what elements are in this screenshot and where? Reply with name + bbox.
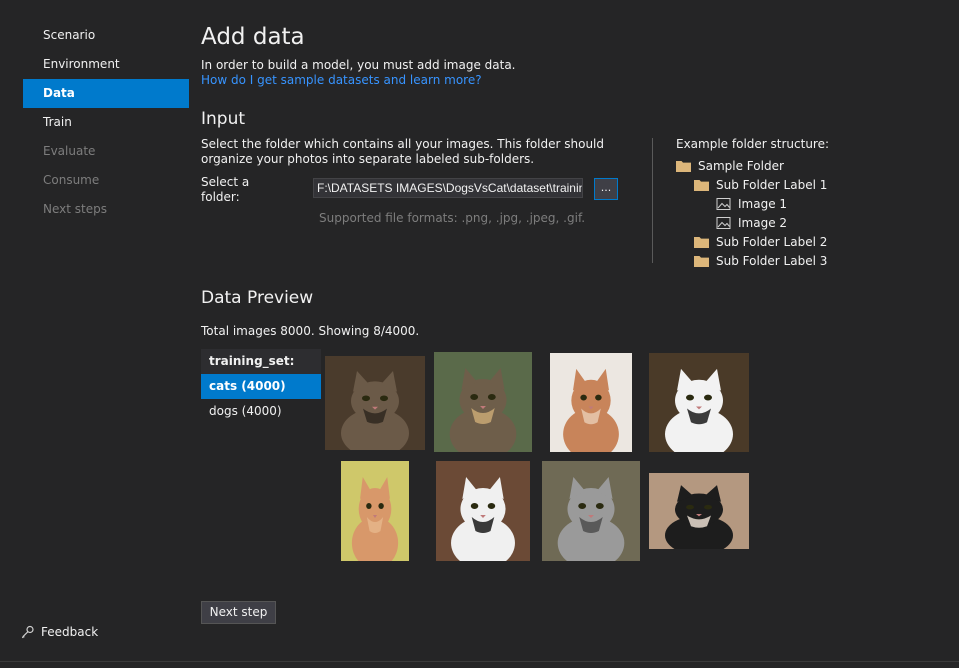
folder-icon bbox=[694, 255, 709, 267]
folder-icon bbox=[694, 236, 709, 248]
tree-item-image: Image 2 bbox=[676, 213, 906, 232]
bottom-divider bbox=[0, 661, 959, 662]
page-subtitle: In order to build a model, you must add … bbox=[201, 58, 516, 72]
nav-item-environment[interactable]: Environment bbox=[23, 50, 189, 79]
preview-info-text: Total images 8000. Showing 8/4000. bbox=[201, 324, 420, 338]
category-item-cats[interactable]: cats (4000) bbox=[201, 374, 321, 399]
category-item-dogs[interactable]: dogs (4000) bbox=[201, 399, 321, 424]
cat-thumbnail-2[interactable] bbox=[434, 352, 532, 452]
cat-thumbnail-4[interactable] bbox=[649, 353, 749, 452]
tree-item-label: Sub Folder Label 1 bbox=[716, 177, 828, 192]
feedback-label: Feedback bbox=[41, 625, 99, 639]
feedback-link[interactable]: Feedback bbox=[21, 625, 98, 639]
cat-thumbnail-7[interactable] bbox=[542, 461, 640, 561]
cat-thumbnail-3[interactable] bbox=[550, 353, 632, 452]
feedback-icon bbox=[21, 625, 35, 639]
cat-thumbnail-5[interactable] bbox=[341, 461, 409, 561]
cat-thumbnail-6[interactable] bbox=[436, 461, 530, 561]
sidebar-nav: Scenario Environment Data Train Evaluate… bbox=[23, 21, 189, 224]
tree-item-folder: Sub Folder Label 2 bbox=[676, 232, 906, 251]
folder-path-input[interactable]: F:\DATASETS IMAGES\DogsVsCat\dataset\tra… bbox=[313, 178, 583, 198]
nav-item-consume: Consume bbox=[43, 173, 100, 187]
image-icon bbox=[716, 216, 731, 229]
data-preview-heading: Data Preview bbox=[201, 288, 314, 308]
tree-item-folder: Sample Folder bbox=[676, 156, 906, 175]
select-folder-label: Select a folder: bbox=[201, 175, 250, 204]
nav-item-scenario[interactable]: Scenario bbox=[23, 21, 189, 50]
folder-icon bbox=[676, 160, 691, 172]
cat-thumbnail-1[interactable] bbox=[325, 356, 425, 450]
vertical-divider bbox=[652, 138, 653, 263]
nav-item-next-steps: Next steps bbox=[43, 202, 107, 216]
input-heading: Input bbox=[201, 109, 246, 129]
supported-formats-text: Supported file formats: .png, .jpg, .jpe… bbox=[319, 211, 586, 225]
tree-item-folder: Sub Folder Label 3 bbox=[676, 251, 906, 270]
tree-item-image: Image 1 bbox=[676, 194, 906, 213]
page-title: Add data bbox=[201, 24, 305, 50]
browse-folder-button[interactable]: ... bbox=[594, 178, 618, 200]
category-list: training_set: cats (4000) dogs (4000) bbox=[201, 349, 321, 424]
category-list-header: training_set: bbox=[201, 349, 321, 374]
nav-item-evaluate: Evaluate bbox=[43, 144, 96, 158]
tree-item-label: Sub Folder Label 2 bbox=[716, 234, 828, 249]
tree-item-label: Image 2 bbox=[738, 215, 788, 230]
help-link[interactable]: How do I get sample datasets and learn m… bbox=[201, 73, 482, 87]
cat-thumbnail-8[interactable] bbox=[649, 473, 749, 549]
tree-item-label: Sample Folder bbox=[698, 158, 784, 173]
next-step-button[interactable]: Next step bbox=[201, 601, 276, 624]
tree-item-label: Image 1 bbox=[738, 196, 788, 211]
input-description: Select the folder which contains all you… bbox=[201, 137, 605, 166]
nav-item-data[interactable]: Data bbox=[23, 79, 189, 108]
tree-item-folder: Sub Folder Label 1 bbox=[676, 175, 906, 194]
folder-icon bbox=[694, 179, 709, 191]
image-icon bbox=[716, 197, 731, 210]
tree-item-label: Sub Folder Label 3 bbox=[716, 253, 828, 268]
example-title: Example folder structure: bbox=[676, 137, 830, 151]
nav-item-train[interactable]: Train bbox=[23, 108, 189, 137]
example-folder-structure: Example folder structure: Sample Folder S… bbox=[676, 137, 906, 270]
example-tree: Sample Folder Sub Folder Label 1 Image 1 Im… bbox=[676, 156, 906, 270]
